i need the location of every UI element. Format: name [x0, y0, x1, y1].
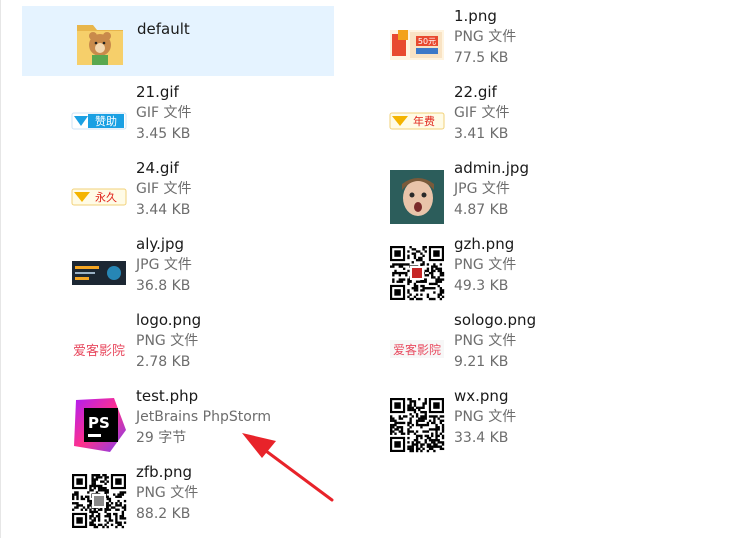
- file-size: 3.45 KB: [136, 126, 191, 142]
- file-size: 9.21 KB: [454, 354, 509, 370]
- file-size: 36.8 KB: [136, 278, 191, 294]
- file-size: 77.5 KB: [454, 50, 509, 66]
- promo-banner-thumbnail: 50元: [388, 16, 446, 74]
- file-type: GIF 文件: [136, 105, 192, 121]
- annual-badge-thumbnail: 年费: [388, 92, 446, 150]
- file-item-21-gif[interactable]: 赞助 21.gif GIF 文件 3.45 KB: [22, 82, 334, 154]
- file-item-zfb-png[interactable]: zfb.png PNG 文件 88.2 KB: [22, 462, 334, 534]
- phpstorm-icon: PS: [70, 396, 128, 454]
- logo-small-thumbnail: 爱客影院: [388, 320, 446, 378]
- file-name: sologo.png: [454, 311, 537, 329]
- file-name: wx.png: [454, 387, 509, 405]
- file-name: aly.jpg: [136, 235, 185, 253]
- file-item-admin-jpg[interactable]: admin.jpg JPG 文件 4.87 KB: [340, 158, 652, 230]
- file-explorer-tile-view: default 50元 1.png PNG 文件 77.5 KB 赞助 21.g…: [0, 0, 755, 538]
- file-type: GIF 文件: [454, 105, 510, 121]
- file-type: PNG 文件: [136, 485, 199, 501]
- file-item-default[interactable]: default: [22, 6, 334, 76]
- permanent-badge-thumbnail: 永久: [70, 168, 128, 226]
- file-size: 2.78 KB: [136, 354, 191, 370]
- file-type: GIF 文件: [136, 181, 192, 197]
- file-name: 21.gif: [136, 83, 179, 101]
- annual-text: 年费: [413, 114, 435, 128]
- file-size: 3.41 KB: [454, 126, 509, 142]
- file-name: 24.gif: [136, 159, 179, 177]
- file-type: PNG 文件: [136, 333, 199, 349]
- file-type: PNG 文件: [454, 409, 517, 425]
- permanent-text: 永久: [95, 190, 117, 204]
- file-item-aly-jpg[interactable]: aly.jpg JPG 文件 36.8 KB: [22, 234, 334, 306]
- file-item-24-gif[interactable]: 永久 24.gif GIF 文件 3.44 KB: [22, 158, 334, 230]
- pane-border: [0, 0, 1, 538]
- file-size: 29 字节: [136, 430, 187, 446]
- file-name: 22.gif: [454, 83, 497, 101]
- file-type: PNG 文件: [454, 333, 517, 349]
- file-name: gzh.png: [454, 235, 515, 253]
- file-type: PNG 文件: [454, 257, 517, 273]
- file-item-sologo-png[interactable]: 爱客影院 sologo.png PNG 文件 9.21 KB: [340, 310, 652, 382]
- file-item-22-gif[interactable]: 年费 22.gif GIF 文件 3.41 KB: [340, 82, 652, 154]
- sponsor-badge-thumbnail: 赞助: [70, 92, 128, 150]
- file-size: 49.3 KB: [454, 278, 509, 294]
- child-photo-thumbnail: [388, 168, 446, 226]
- file-type: JPG 文件: [454, 181, 510, 197]
- qr-code-thumbnail: [70, 472, 128, 530]
- file-item-test-php[interactable]: PS test.php JetBrains PhpStorm 29 字节: [22, 386, 334, 458]
- file-name: admin.jpg: [454, 159, 529, 177]
- file-name: zfb.png: [136, 463, 192, 481]
- file-type: PNG 文件: [454, 29, 517, 45]
- file-name: 1.png: [454, 7, 497, 25]
- logo-small-text: 爱客影院: [393, 342, 441, 357]
- file-size: 88.2 KB: [136, 506, 191, 522]
- file-size: 33.4 KB: [454, 430, 509, 446]
- logo-thumbnail: 爱客影院: [70, 320, 128, 378]
- file-size: 4.87 KB: [454, 202, 509, 218]
- phpstorm-text: PS: [88, 414, 110, 432]
- file-item-wx-png[interactable]: wx.png PNG 文件 33.4 KB: [340, 386, 652, 458]
- file-item-logo-png[interactable]: 爱客影院 logo.png PNG 文件 2.78 KB: [22, 310, 334, 382]
- folder-icon: [71, 15, 129, 73]
- file-type: JetBrains PhpStorm: [136, 409, 271, 425]
- promo-text: 50元: [418, 37, 436, 46]
- file-type: JPG 文件: [136, 257, 192, 273]
- file-size: 3.44 KB: [136, 202, 191, 218]
- qr-code-thumbnail: [388, 396, 446, 454]
- logo-text: 爱客影院: [73, 343, 125, 359]
- file-name: test.php: [136, 387, 199, 405]
- qr-code-thumbnail: [388, 244, 446, 302]
- dark-banner-thumbnail: [70, 244, 128, 302]
- file-name: logo.png: [136, 311, 202, 329]
- file-item-1-png[interactable]: 50元 1.png PNG 文件 77.5 KB: [340, 6, 652, 78]
- file-item-gzh-png[interactable]: gzh.png PNG 文件 49.3 KB: [340, 234, 652, 306]
- sponsor-text: 赞助: [95, 114, 117, 128]
- file-name: default: [137, 20, 190, 38]
